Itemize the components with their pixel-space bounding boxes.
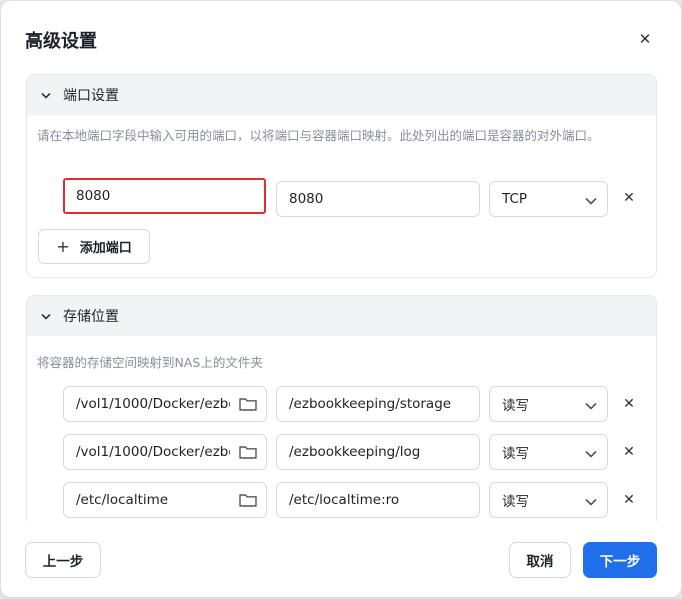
host-path-input[interactable]: /vol1/1000/Docker/ezbookkeeping/log xyxy=(63,434,267,470)
close-icon[interactable]: ✕ xyxy=(635,29,655,49)
remove-storage-icon[interactable]: ✕ xyxy=(621,396,637,412)
local-port-input[interactable]: 8080 xyxy=(63,178,266,214)
protocol-select[interactable]: TCP xyxy=(489,181,608,217)
mode-select[interactable]: 读写 xyxy=(489,434,608,470)
chevron-down-icon xyxy=(585,446,597,462)
container-path-input[interactable]: /ezbookkeeping/log xyxy=(276,434,480,470)
chevron-down-icon xyxy=(585,494,597,510)
port-settings-description: 请在本地端口字段中输入可用的端口，以将端口与容器端口映射。此处列出的端口是容器的… xyxy=(37,128,600,143)
advanced-settings-dialog: 高级设置 ✕ 端口设置 请在本地端口字段中输入可用的端口，以将端口与容器端口映射… xyxy=(1,1,681,597)
chevron-down-icon xyxy=(585,398,597,414)
storage-header[interactable]: 存储位置 xyxy=(27,296,656,336)
folder-icon[interactable] xyxy=(230,397,266,411)
port-settings-title: 端口设置 xyxy=(63,88,119,104)
next-step-button[interactable]: 下一步 xyxy=(583,542,657,578)
host-path-input[interactable]: /vol1/1000/Docker/ezbookkeeping/storage xyxy=(63,386,267,422)
dialog-content[interactable]: 端口设置 请在本地端口字段中输入可用的端口，以将端口与容器端口映射。此处列出的端… xyxy=(1,74,681,521)
previous-step-button[interactable]: 上一步 xyxy=(25,542,101,578)
remove-storage-icon[interactable]: ✕ xyxy=(621,492,637,508)
plus-icon: + xyxy=(56,237,70,256)
mode-select[interactable]: 读写 xyxy=(489,386,608,422)
cancel-button[interactable]: 取消 xyxy=(509,542,571,578)
container-port-input[interactable]: 8080 xyxy=(276,181,480,217)
storage-description: 将容器的存储空间映射到NAS上的文件夹 xyxy=(37,355,263,370)
chevron-down-icon xyxy=(585,193,597,209)
storage-title: 存储位置 xyxy=(63,309,119,325)
remove-storage-icon[interactable]: ✕ xyxy=(621,444,637,460)
add-port-button[interactable]: + 添加端口 xyxy=(38,229,150,264)
folder-icon[interactable] xyxy=(230,493,266,507)
chevron-down-icon xyxy=(41,92,53,99)
scrollbar[interactable] xyxy=(661,74,671,521)
remove-port-icon[interactable]: ✕ xyxy=(621,190,637,206)
add-port-label: 添加端口 xyxy=(79,241,132,256)
container-path-input[interactable]: /etc/localtime:ro xyxy=(276,482,480,518)
chevron-down-icon xyxy=(41,313,53,320)
dialog-title: 高级设置 xyxy=(25,31,97,52)
mode-select[interactable]: 读写 xyxy=(489,482,608,518)
port-settings-header[interactable]: 端口设置 xyxy=(27,75,656,115)
folder-icon[interactable] xyxy=(230,445,266,459)
host-path-input[interactable]: /etc/localtime xyxy=(63,482,267,518)
container-path-input[interactable]: /ezbookkeeping/storage xyxy=(276,386,480,422)
